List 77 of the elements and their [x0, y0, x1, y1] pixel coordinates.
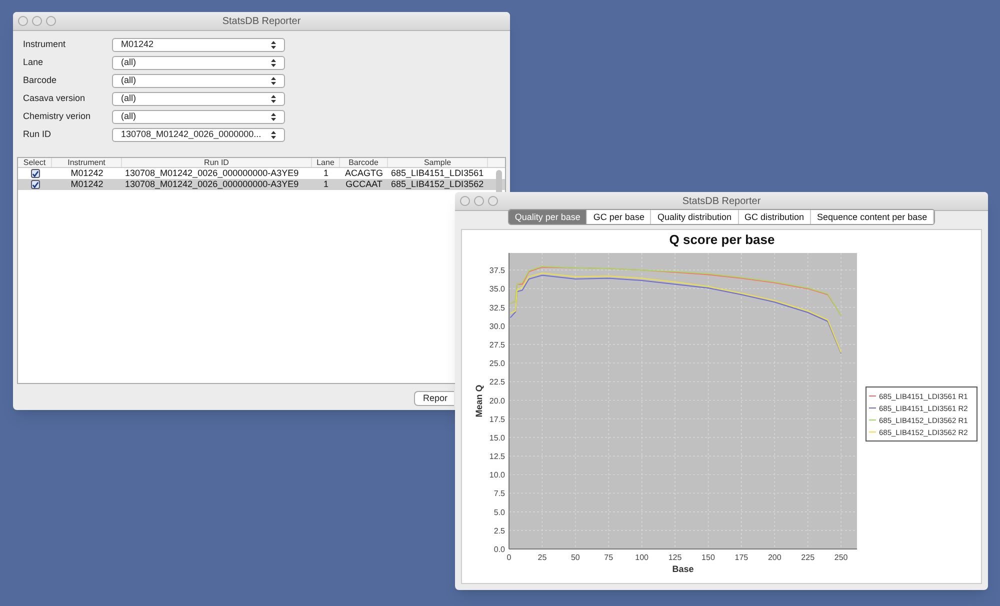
stepper-icon — [271, 41, 276, 49]
x-tick-label: 125 — [668, 553, 682, 562]
y-tick-label: 2.5 — [494, 526, 505, 536]
column-header[interactable]: Sample — [388, 158, 488, 167]
stepper-icon — [271, 95, 276, 103]
column-header[interactable]: Barcode — [340, 158, 388, 167]
table-cell-text: 130708_M01242_0026_000000000-A3YE9 — [124, 178, 300, 191]
y-tick-label: 10.0 — [489, 470, 505, 480]
field-label: Lane — [23, 56, 44, 70]
dropdown[interactable]: (all) — [112, 110, 285, 124]
window-title: StatsDB Reporter — [222, 14, 301, 28]
y-tick-label: 35.0 — [489, 284, 505, 294]
table-cell-text: 1 — [322, 166, 330, 180]
x-tick-label: 225 — [801, 553, 815, 562]
field-label: Instrument — [23, 38, 67, 52]
stepper-icon — [271, 113, 276, 121]
y-tick-label: 22.5 — [489, 378, 505, 387]
y-tick-label: 0.0 — [494, 545, 505, 554]
dropdown[interactable]: (all) — [112, 74, 285, 88]
y-tick-label: 12.5 — [489, 452, 505, 462]
table-row[interactable]: M01242 130708_M01242_0026_000000000-A3YE9 1 GCCAAT 685_LIB4152_LDI3562 — [18, 179, 505, 190]
table-cell-text: M01242 — [70, 166, 104, 180]
y-tick-label: 15.0 — [489, 433, 505, 442]
report-button[interactable]: Repor — [414, 391, 454, 406]
column-header[interactable]: Instrument — [52, 158, 122, 167]
column-header[interactable]: Select — [18, 158, 52, 167]
x-tick-label: 100 — [635, 553, 648, 562]
dropdown-value: (all) — [121, 56, 136, 70]
x-tick-label: 200 — [768, 553, 782, 562]
y-tick-label: 7.5 — [494, 489, 505, 498]
x-tick-label: 250 — [834, 553, 848, 562]
x-tick-label: 75 — [604, 553, 614, 562]
x-tick-label: 50 — [570, 553, 580, 562]
table-cell-text: M01242 — [70, 178, 104, 191]
dropdown[interactable]: (all) — [112, 92, 285, 106]
y-tick-label: 20.0 — [489, 396, 505, 406]
y-tick-label: 17.5 — [489, 414, 505, 424]
stepper-icon — [271, 131, 276, 139]
y-tick-label: 27.5 — [489, 340, 505, 350]
y-tick-label: 37.5 — [489, 266, 505, 276]
table-cell-text: 685_LIB4151_LDI3561 — [390, 167, 485, 180]
y-tick-label: 25.0 — [489, 359, 505, 368]
y-axis-label: Mean Q — [474, 384, 484, 418]
dropdown[interactable]: 130708_M01242_0026_0000000... — [112, 128, 285, 142]
field-label: Casava version — [23, 92, 86, 106]
chart-title: Q score per base — [669, 232, 775, 247]
field-label: Run ID — [23, 128, 52, 142]
checkbox[interactable] — [30, 180, 40, 189]
table-cell-text: 1 — [322, 178, 330, 191]
table-cell-text: GCCAAT — [344, 178, 384, 191]
field-label: Chemistry verion — [23, 110, 92, 124]
window-title: StatsDB Reporter — [682, 194, 761, 208]
y-tick-label: 5.0 — [494, 508, 505, 517]
dropdown-value: (all) — [121, 74, 136, 88]
dropdown-value: M01242 — [121, 38, 154, 52]
stepper-icon — [271, 59, 276, 67]
tab[interactable]: Quality per base — [508, 210, 588, 224]
dropdown[interactable]: M01242 — [112, 38, 285, 52]
dropdown[interactable]: (all) — [112, 56, 285, 70]
x-tick-label: 150 — [702, 553, 715, 562]
stepper-icon — [271, 77, 276, 85]
dropdown-value: (all) — [121, 92, 136, 106]
column-header[interactable]: Run ID — [122, 158, 312, 167]
x-tick-label: 175 — [734, 553, 748, 562]
x-tick-label: 25 — [538, 553, 547, 562]
column-header[interactable]: Lane — [312, 158, 340, 167]
table-cell-text: 130708_M01242_0026_000000000-A3YE9 — [124, 166, 300, 180]
dropdown-value: 130708_M01242_0026_0000000... — [121, 128, 262, 142]
checkbox[interactable] — [30, 169, 40, 178]
table-cell-text: 685_LIB4152_LDI3562 — [390, 178, 485, 191]
y-tick-label: 32.5 — [489, 303, 505, 312]
x-tick-label: 0 — [506, 553, 512, 562]
y-tick-label: 30.0 — [489, 322, 505, 331]
field-label: Barcode — [23, 74, 58, 88]
x-axis-label: Base — [672, 564, 694, 574]
dropdown-value: (all) — [121, 110, 136, 124]
table-cell-text: ACAGTG — [344, 166, 384, 180]
